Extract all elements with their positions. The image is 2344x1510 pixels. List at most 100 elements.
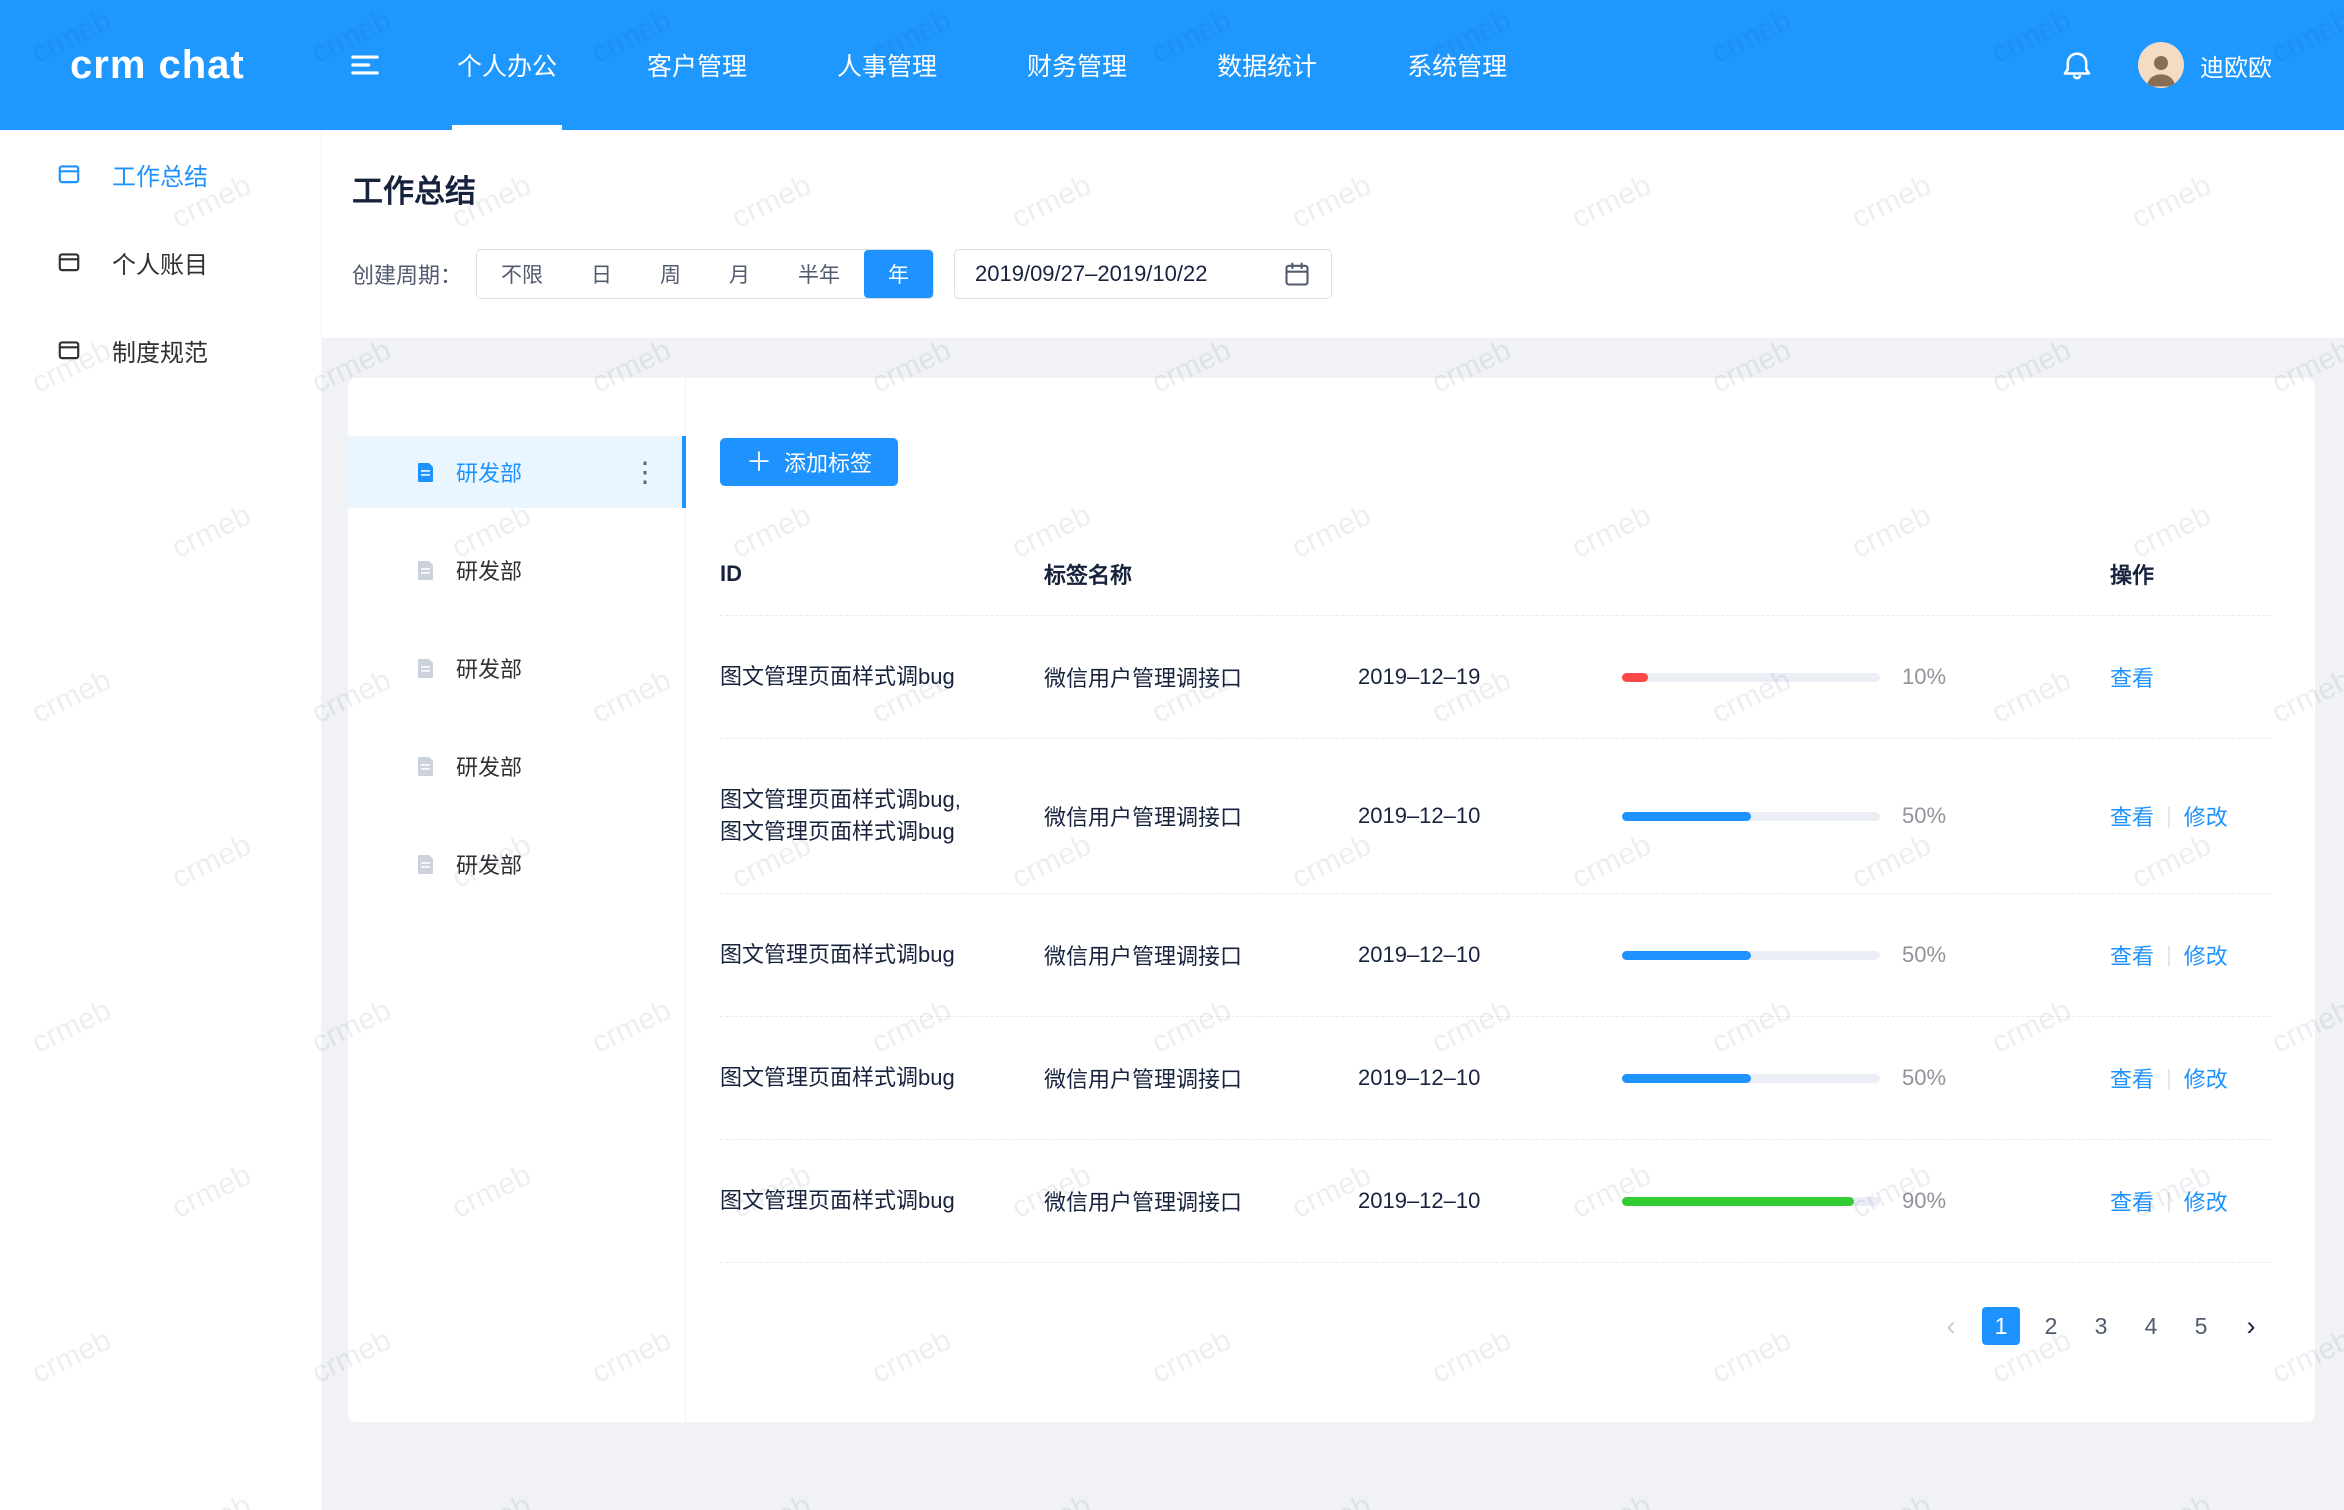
nav-item[interactable]: 系统管理 <box>1362 0 1552 130</box>
file-icon <box>414 656 438 680</box>
board-icon <box>56 249 82 275</box>
pagination: ‹ 12345 › <box>720 1307 2270 1345</box>
file-icon <box>414 558 438 582</box>
main-nav: 个人办公 客户管理 人事管理 财务管理 数据统计 系统管理 <box>412 0 1552 130</box>
group-label: 研发部 <box>456 554 522 586</box>
nav-item-label: 数据统计 <box>1217 47 1317 83</box>
cell-id: 图文管理页面样式调bug <box>720 1185 1044 1217</box>
nav-item-label: 财务管理 <box>1027 47 1127 83</box>
nav-item[interactable]: 财务管理 <box>982 0 1172 130</box>
group-list-item[interactable]: 研发部 <box>348 828 685 900</box>
period-option[interactable]: 月 <box>705 250 774 298</box>
page-numbers: 12345 <box>1970 1307 2220 1345</box>
watermark-text: crmeb <box>1007 1488 1097 1510</box>
sidebar-item[interactable]: 个人账目 <box>0 218 321 306</box>
calendar-icon <box>1283 260 1311 288</box>
group-list-item[interactable]: 研发部 <box>348 632 685 704</box>
progress-track <box>1622 951 1880 960</box>
cell-date: 2019–12–10 <box>1358 1188 1622 1214</box>
cell-progress: 10% <box>1622 664 1996 690</box>
cell-date: 2019–12–10 <box>1358 803 1622 829</box>
add-tag-label: 添加标签 <box>784 446 872 478</box>
page-number-button[interactable]: 4 <box>2132 1307 2170 1345</box>
nav-item[interactable]: 个人办公 <box>412 0 602 130</box>
page-number-button[interactable]: 2 <box>2032 1307 2070 1345</box>
header-tag-name: 标签名称 <box>1044 558 1358 590</box>
page-number-button[interactable]: 3 <box>2082 1307 2120 1345</box>
table-row: 图文管理页面样式调bug, 图文管理页面样式调bug 微信用户管理调接口 201… <box>720 739 2270 894</box>
watermark-text: crmeb <box>727 1488 817 1510</box>
progress-track <box>1622 673 1880 682</box>
cell-tag-name: 微信用户管理调接口 <box>1044 939 1358 971</box>
menu-collapse-icon[interactable] <box>348 48 382 82</box>
tags-table: ID 标签名称 操作 图文管理页面样式调bug 微信用户管理调接口 2019–1… <box>720 532 2270 1263</box>
sidebar: 工作总结 个人账目 制度规范 <box>0 130 322 1510</box>
row-action-link[interactable]: 查看 <box>2110 1062 2154 1094</box>
page-number-button[interactable]: 5 <box>2182 1307 2220 1345</box>
table-row: 图文管理页面样式调bug 微信用户管理调接口 2019–12–10 90% 查看… <box>720 1140 2270 1263</box>
app-header: crm chat 个人办公 客户管理 人事管理 财务管理 数据统计 系统管理 迪… <box>0 0 2344 130</box>
group-label: 研发部 <box>456 456 522 488</box>
progress-percent: 50% <box>1902 803 1946 829</box>
nav-item-label: 人事管理 <box>837 47 937 83</box>
board-icon <box>56 337 82 363</box>
filter-row: 创建周期： 不限日周月半年年 2019/09/27–2019/10/22 <box>352 249 2344 299</box>
group-list: 研发部 ⋮ 研发部 研发部 研发部 研发部 <box>348 378 686 1422</box>
table-row: 图文管理页面样式调bug 微信用户管理调接口 2019–12–19 10% 查看 <box>720 616 2270 739</box>
nav-item[interactable]: 数据统计 <box>1172 0 1362 130</box>
notifications-bell-icon[interactable] <box>2060 48 2094 82</box>
nav-item[interactable]: 人事管理 <box>792 0 982 130</box>
progress-percent: 50% <box>1902 1065 1946 1091</box>
group-list-item[interactable]: 研发部 <box>348 534 685 606</box>
period-option[interactable]: 半年 <box>774 250 864 298</box>
cell-actions: 查看 <box>2110 661 2270 693</box>
row-action-link[interactable]: 修改 <box>2184 1062 2228 1094</box>
period-option[interactable]: 日 <box>567 250 636 298</box>
progress-fill <box>1622 812 1751 821</box>
cell-progress: 50% <box>1622 942 1996 968</box>
cell-date: 2019–12–10 <box>1358 1065 1622 1091</box>
period-option[interactable]: 周 <box>636 250 705 298</box>
period-option[interactable]: 不限 <box>477 250 567 298</box>
cell-id: 图文管理页面样式调bug <box>720 1062 1044 1094</box>
user-avatar[interactable] <box>2138 42 2184 88</box>
row-action-link[interactable]: 查看 <box>2110 939 2154 971</box>
page-number-button[interactable]: 1 <box>1982 1307 2020 1345</box>
group-list-item[interactable]: 研发部 <box>348 730 685 802</box>
user-name[interactable]: 迪欧欧 <box>2200 48 2272 83</box>
action-separator: | <box>2166 1065 2172 1091</box>
page-header-section: 工作总结 创建周期： 不限日周月半年年 2019/09/27–2019/10/2… <box>322 130 2344 338</box>
sidebar-item[interactable]: 工作总结 <box>0 130 321 218</box>
next-page-button[interactable]: › <box>2232 1307 2270 1345</box>
header-id: ID <box>720 558 1044 590</box>
cell-id: 图文管理页面样式调bug <box>720 661 1044 693</box>
action-separator: | <box>2166 1188 2172 1214</box>
header-actions: 操作 <box>2110 558 2270 590</box>
add-tag-button[interactable]: ＋ 添加标签 <box>720 438 898 486</box>
row-action-link[interactable]: 查看 <box>2110 1185 2154 1217</box>
more-actions-icon[interactable]: ⋮ <box>631 456 659 489</box>
file-icon <box>414 754 438 778</box>
date-range-input[interactable]: 2019/09/27–2019/10/22 <box>954 249 1332 299</box>
row-action-link[interactable]: 修改 <box>2184 939 2228 971</box>
sidebar-item[interactable]: 制度规范 <box>0 306 321 394</box>
group-list-item[interactable]: 研发部 ⋮ <box>348 436 685 508</box>
group-label: 研发部 <box>456 848 522 880</box>
group-label: 研发部 <box>456 750 522 782</box>
sidebar-item-label: 制度规范 <box>112 333 208 368</box>
cell-actions: 查看 | 修改 <box>2110 800 2270 832</box>
row-action-link[interactable]: 查看 <box>2110 661 2154 693</box>
action-separator: | <box>2166 803 2172 829</box>
row-action-link[interactable]: 查看 <box>2110 800 2154 832</box>
cell-actions: 查看 | 修改 <box>2110 1185 2270 1217</box>
table-header-row: ID 标签名称 操作 <box>720 532 2270 616</box>
row-action-link[interactable]: 修改 <box>2184 800 2228 832</box>
nav-item[interactable]: 客户管理 <box>602 0 792 130</box>
prev-page-button[interactable]: ‹ <box>1932 1307 1970 1345</box>
progress-percent: 90% <box>1902 1188 1946 1214</box>
cell-id: 图文管理页面样式调bug <box>720 939 1044 971</box>
period-option[interactable]: 年 <box>864 250 933 298</box>
progress-track <box>1622 812 1880 821</box>
row-action-link[interactable]: 修改 <box>2184 1185 2228 1217</box>
sidebar-item-label: 工作总结 <box>112 157 208 192</box>
